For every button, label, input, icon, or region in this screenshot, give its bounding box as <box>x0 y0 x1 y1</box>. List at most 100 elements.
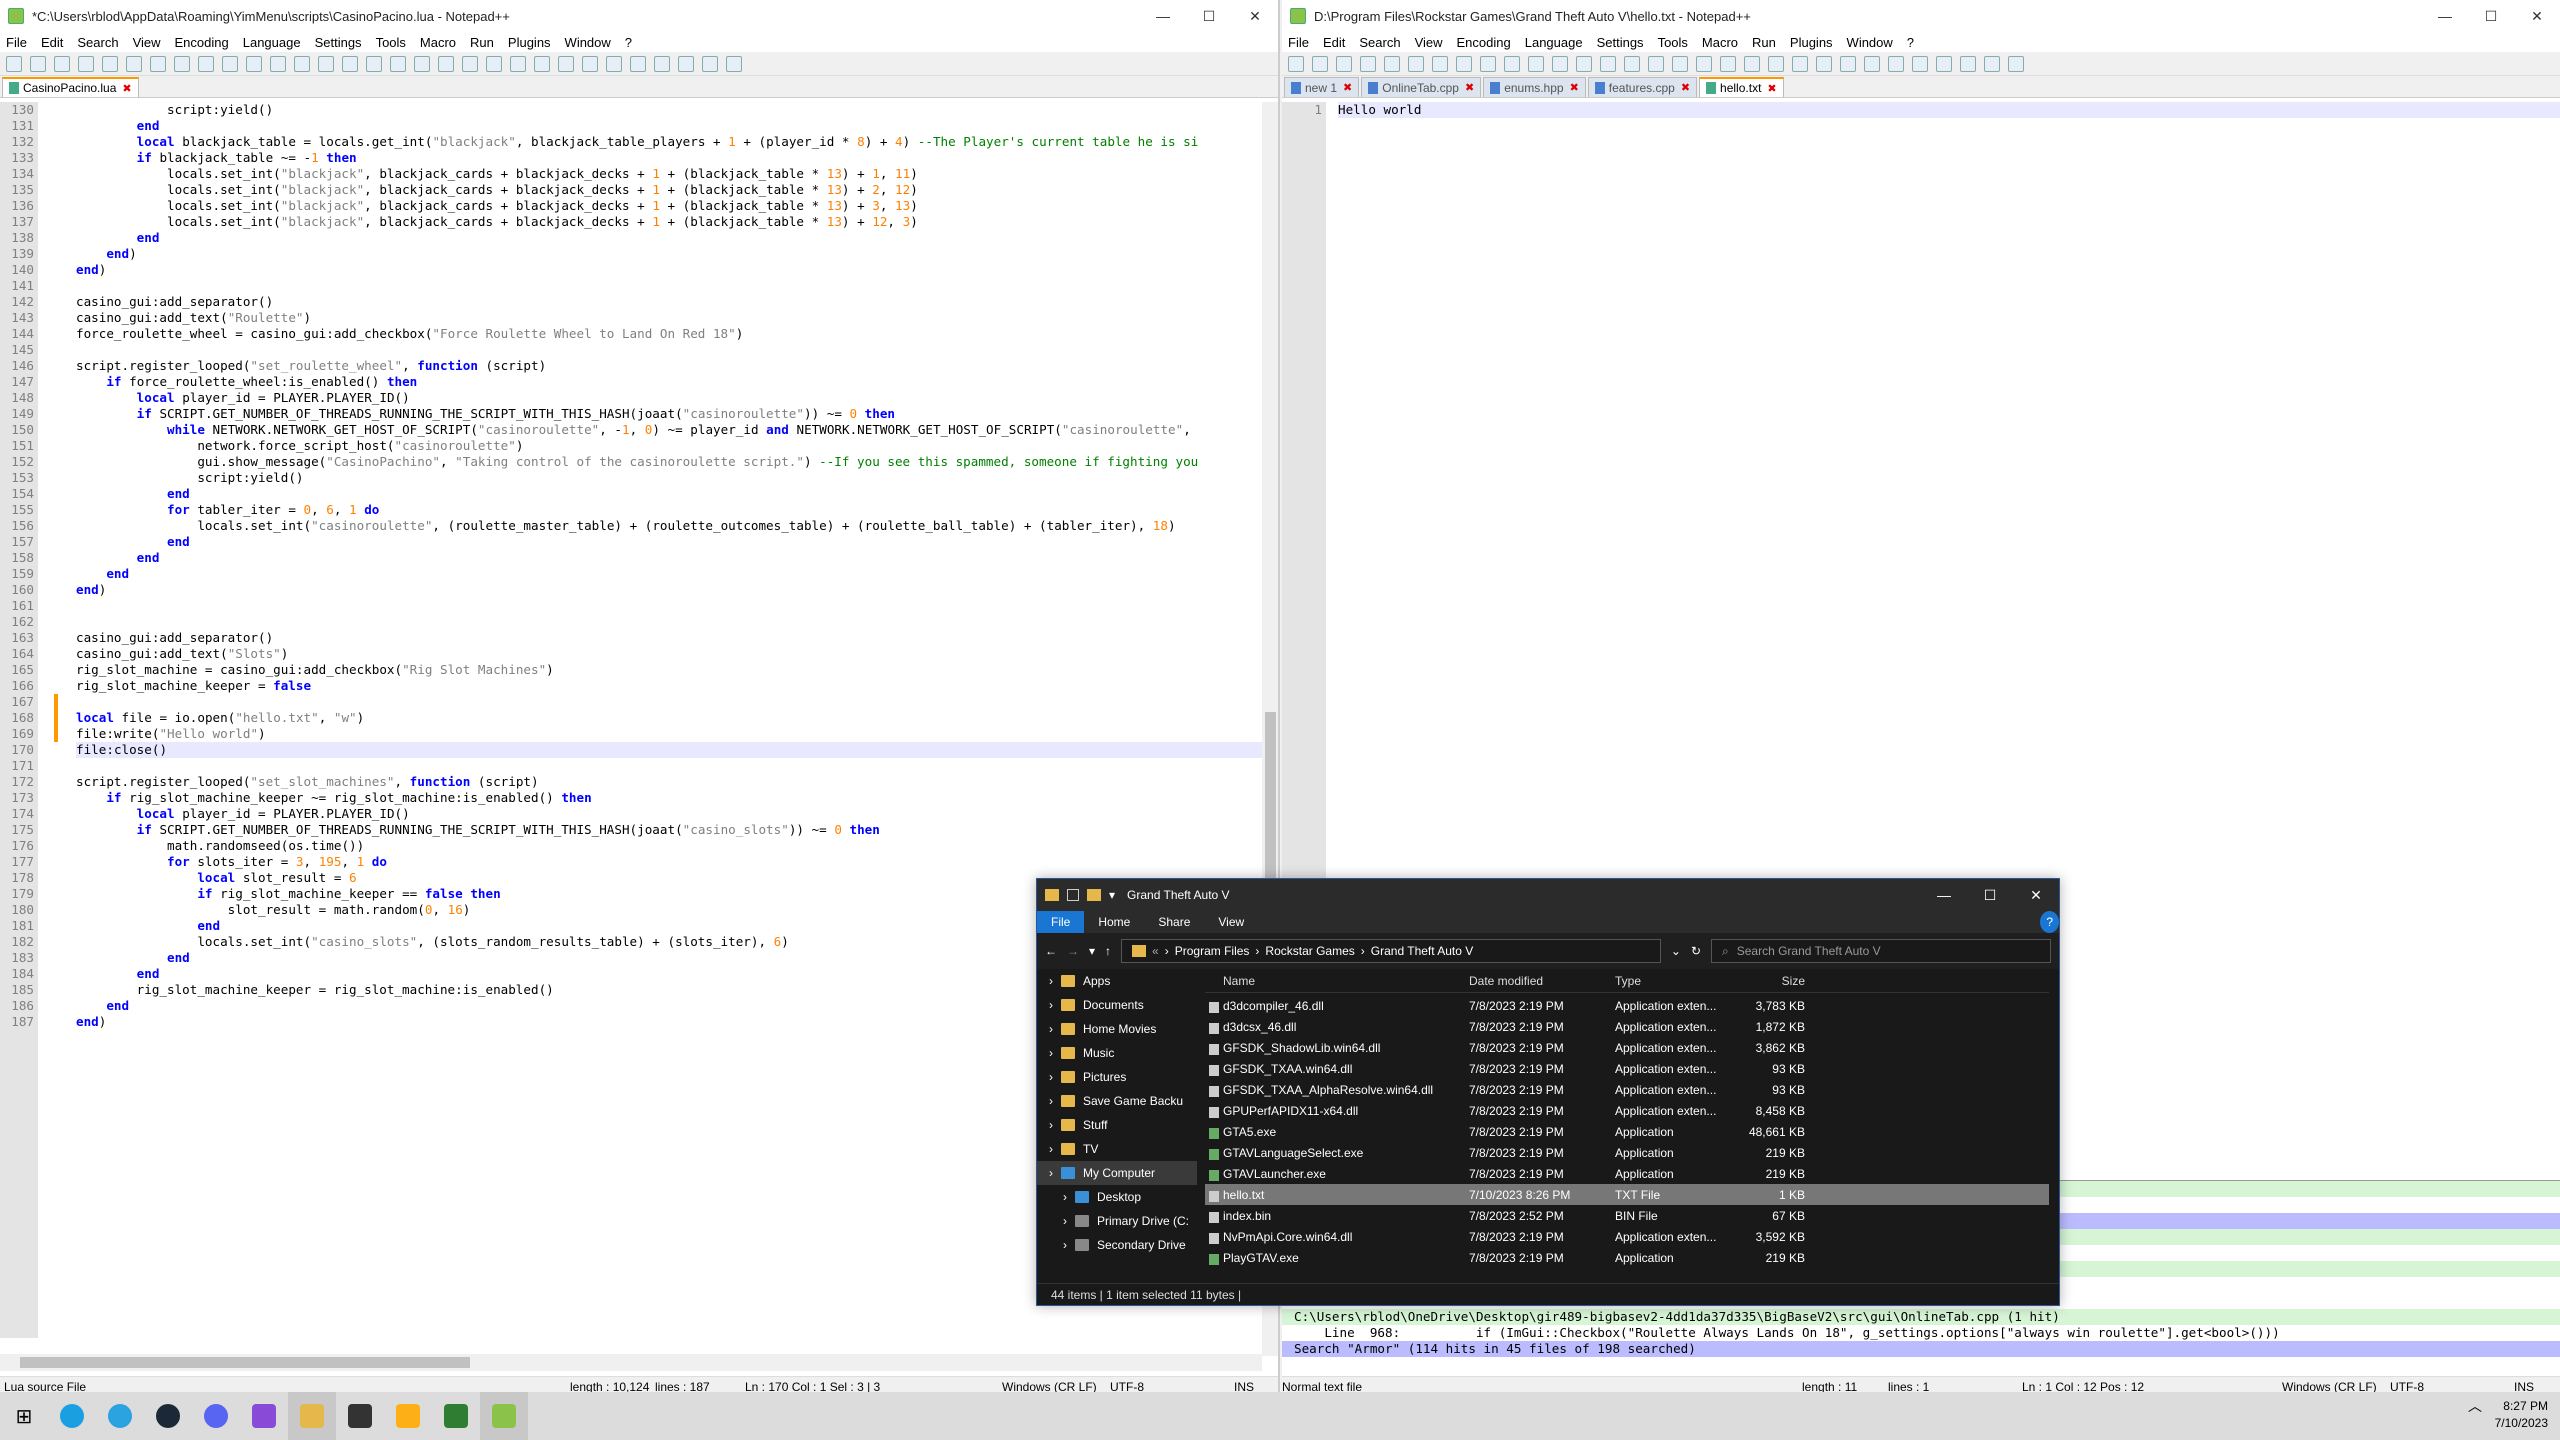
save-macro-icon[interactable] <box>726 55 742 72</box>
expand-chevron-icon[interactable]: › <box>1049 998 1053 1012</box>
record-macro-icon[interactable] <box>630 55 646 72</box>
code-line[interactable]: end <box>76 534 1262 550</box>
nav-item[interactable]: › Save Game Backu <box>1037 1089 1197 1113</box>
file-row[interactable]: hello.txt 7/10/2023 8:26 PM TXT File 1 KB <box>1205 1184 2049 1205</box>
nav-item[interactable]: › Desktop <box>1037 1185 1197 1209</box>
all-chars-icon[interactable] <box>462 55 478 72</box>
code-line[interactable]: script:yield() <box>76 102 1262 118</box>
save-icon[interactable] <box>1336 55 1352 72</box>
save-all-icon[interactable] <box>78 55 94 72</box>
ribbon-tab-file[interactable]: File <box>1037 911 1085 933</box>
sync-h-icon[interactable] <box>414 55 430 72</box>
folder-workspace-icon[interactable] <box>1864 55 1880 72</box>
menu-encoding[interactable]: Encoding <box>1457 35 1511 50</box>
code-line[interactable]: local file = io.open("hello.txt", "w") <box>76 710 1262 726</box>
ribbon-tab-share[interactable]: Share <box>1144 911 1204 933</box>
search-box[interactable]: ⌕ Search Grand Theft Auto V <box>1711 939 2051 963</box>
close-tab-icon[interactable]: ✖ <box>1343 81 1352 94</box>
copy-icon[interactable] <box>1480 55 1496 72</box>
quick-access-chevron-icon[interactable]: ▾ <box>1109 888 1115 902</box>
code-line[interactable]: for slots_iter = 3, 195, 1 do <box>76 854 1262 870</box>
zoom-out-icon[interactable] <box>366 55 382 72</box>
menu-search[interactable]: Search <box>1359 35 1400 50</box>
file-row[interactable]: PlayGTAV.exe 7/8/2023 2:19 PM Application 2… <box>1205 1247 2049 1268</box>
address-dropdown-icon[interactable]: ⌄ <box>1671 944 1681 958</box>
play-macro-icon[interactable] <box>678 55 694 72</box>
nav-item[interactable]: › Home Movies <box>1037 1017 1197 1041</box>
menu-window[interactable]: Window <box>1847 35 1893 50</box>
file-row[interactable]: NvPmApi.Core.win64.dll 7/8/2023 2:19 PM Ap… <box>1205 1226 2049 1247</box>
run-macro-icon[interactable] <box>1984 55 2000 72</box>
maximize-icon[interactable]: ☐ <box>1967 887 2013 904</box>
code-line[interactable]: script.register_looped("set_roulette_whe… <box>76 358 1262 374</box>
close-tab-icon[interactable]: ✖ <box>1767 82 1776 95</box>
column-header-type[interactable]: Type <box>1611 974 1731 988</box>
zoom-in-icon[interactable] <box>342 55 358 72</box>
code-line[interactable]: rig_slot_machine_keeper = false <box>76 678 1262 694</box>
menu-search[interactable]: Search <box>77 35 118 50</box>
code-line[interactable] <box>76 614 1262 630</box>
play-macro-icon[interactable] <box>1960 55 1976 72</box>
close-icon[interactable]: ✕ <box>2013 887 2059 904</box>
code-line[interactable]: rig_slot_machine = casino_gui:add_checkb… <box>76 662 1262 678</box>
start-button[interactable]: ⊞ <box>0 1392 48 1440</box>
menu-file[interactable]: File <box>1288 35 1309 50</box>
lang-icon[interactable] <box>510 55 526 72</box>
indent-guide-icon[interactable] <box>486 55 502 72</box>
file-row[interactable]: GPUPerfAPIDX11-x64.dll 7/8/2023 2:19 PM Ap… <box>1205 1100 2049 1121</box>
taskbar-gta[interactable] <box>432 1392 480 1440</box>
nav-item[interactable]: › Documents <box>1037 993 1197 1017</box>
file-row[interactable]: GFSDK_TXAA_AlphaResolve.win64.dll 7/8/202… <box>1205 1079 2049 1100</box>
code-line[interactable]: casino_gui:add_text("Roulette") <box>76 310 1262 326</box>
code-line[interactable]: math.randomseed(os.time()) <box>76 838 1262 854</box>
expand-chevron-icon[interactable]: › <box>1049 1118 1053 1132</box>
monitor-icon[interactable] <box>1888 55 1904 72</box>
code-line[interactable] <box>76 342 1262 358</box>
taskbar-visual-studio[interactable] <box>240 1392 288 1440</box>
code-line[interactable]: locals.set_int("blackjack", blackjack_ca… <box>76 182 1262 198</box>
tab-onlinetab-cpp[interactable]: OnlineTab.cpp ✖ <box>1361 77 1482 97</box>
tab-features-cpp[interactable]: features.cpp ✖ <box>1587 77 1698 97</box>
file-row[interactable]: GTAVLauncher.exe 7/8/2023 2:19 PM Applicat… <box>1205 1163 2049 1184</box>
code-line[interactable]: file:write("Hello world") <box>76 726 1262 742</box>
taskbar-file-explorer[interactable] <box>288 1392 336 1440</box>
code-line[interactable]: end <box>76 550 1262 566</box>
close-tab-icon[interactable]: ✖ <box>1465 81 1474 94</box>
menu-file[interactable]: File <box>6 35 27 50</box>
expand-chevron-icon[interactable]: › <box>1049 1070 1053 1084</box>
code-line[interactable] <box>76 758 1262 774</box>
menu-edit[interactable]: Edit <box>41 35 63 50</box>
address-bar[interactable]: « › Program Files › Rockstar Games › Grand The… <box>1121 939 1661 963</box>
new-folder-icon[interactable] <box>1087 889 1101 901</box>
code-line[interactable]: script:yield() <box>76 470 1262 486</box>
column-header-name[interactable]: Name <box>1205 974 1465 988</box>
close-tab-icon[interactable]: ✖ <box>1681 81 1690 94</box>
record-macro-icon[interactable] <box>1912 55 1928 72</box>
properties-icon[interactable] <box>1067 889 1079 901</box>
code-line[interactable] <box>76 278 1262 294</box>
file-row[interactable]: d3dcsx_46.dll 7/8/2023 2:19 PM Application… <box>1205 1016 2049 1037</box>
func-list-icon[interactable] <box>1840 55 1856 72</box>
expand-chevron-icon[interactable]: › <box>1049 1142 1053 1156</box>
menu-plugins[interactable]: Plugins <box>508 35 551 50</box>
menu-tools[interactable]: Tools <box>1658 35 1688 50</box>
redo-icon[interactable] <box>270 55 286 72</box>
taskbar-telegram[interactable] <box>96 1392 144 1440</box>
explorer-title-bar[interactable]: ▾ Grand Theft Auto V — ☐ ✕ <box>1037 879 2059 911</box>
save-all-icon[interactable] <box>1360 55 1376 72</box>
menu-run[interactable]: Run <box>470 35 494 50</box>
recent-chevron-icon[interactable]: ▾ <box>1089 944 1095 958</box>
code-line[interactable] <box>76 694 1262 710</box>
code-line[interactable]: end) <box>76 262 1262 278</box>
code-line[interactable]: casino_gui:add_text("Slots") <box>76 646 1262 662</box>
code-line[interactable]: end <box>76 486 1262 502</box>
indent-guide-icon[interactable] <box>1768 55 1784 72</box>
expand-chevron-icon[interactable]: › <box>1063 1190 1067 1204</box>
code-line[interactable]: if SCRIPT.GET_NUMBER_OF_THREADS_RUNNING_… <box>76 406 1262 422</box>
close-all-icon[interactable] <box>1408 55 1424 72</box>
code-line[interactable]: network.force_script_host("casinoroulett… <box>76 438 1262 454</box>
minimize-icon[interactable]: — <box>1921 887 1967 903</box>
doc-map-icon[interactable] <box>1816 55 1832 72</box>
code-line[interactable]: local player_id = PLAYER.PLAYER_ID() <box>76 390 1262 406</box>
ribbon-tab-view[interactable]: View <box>1204 911 1258 933</box>
